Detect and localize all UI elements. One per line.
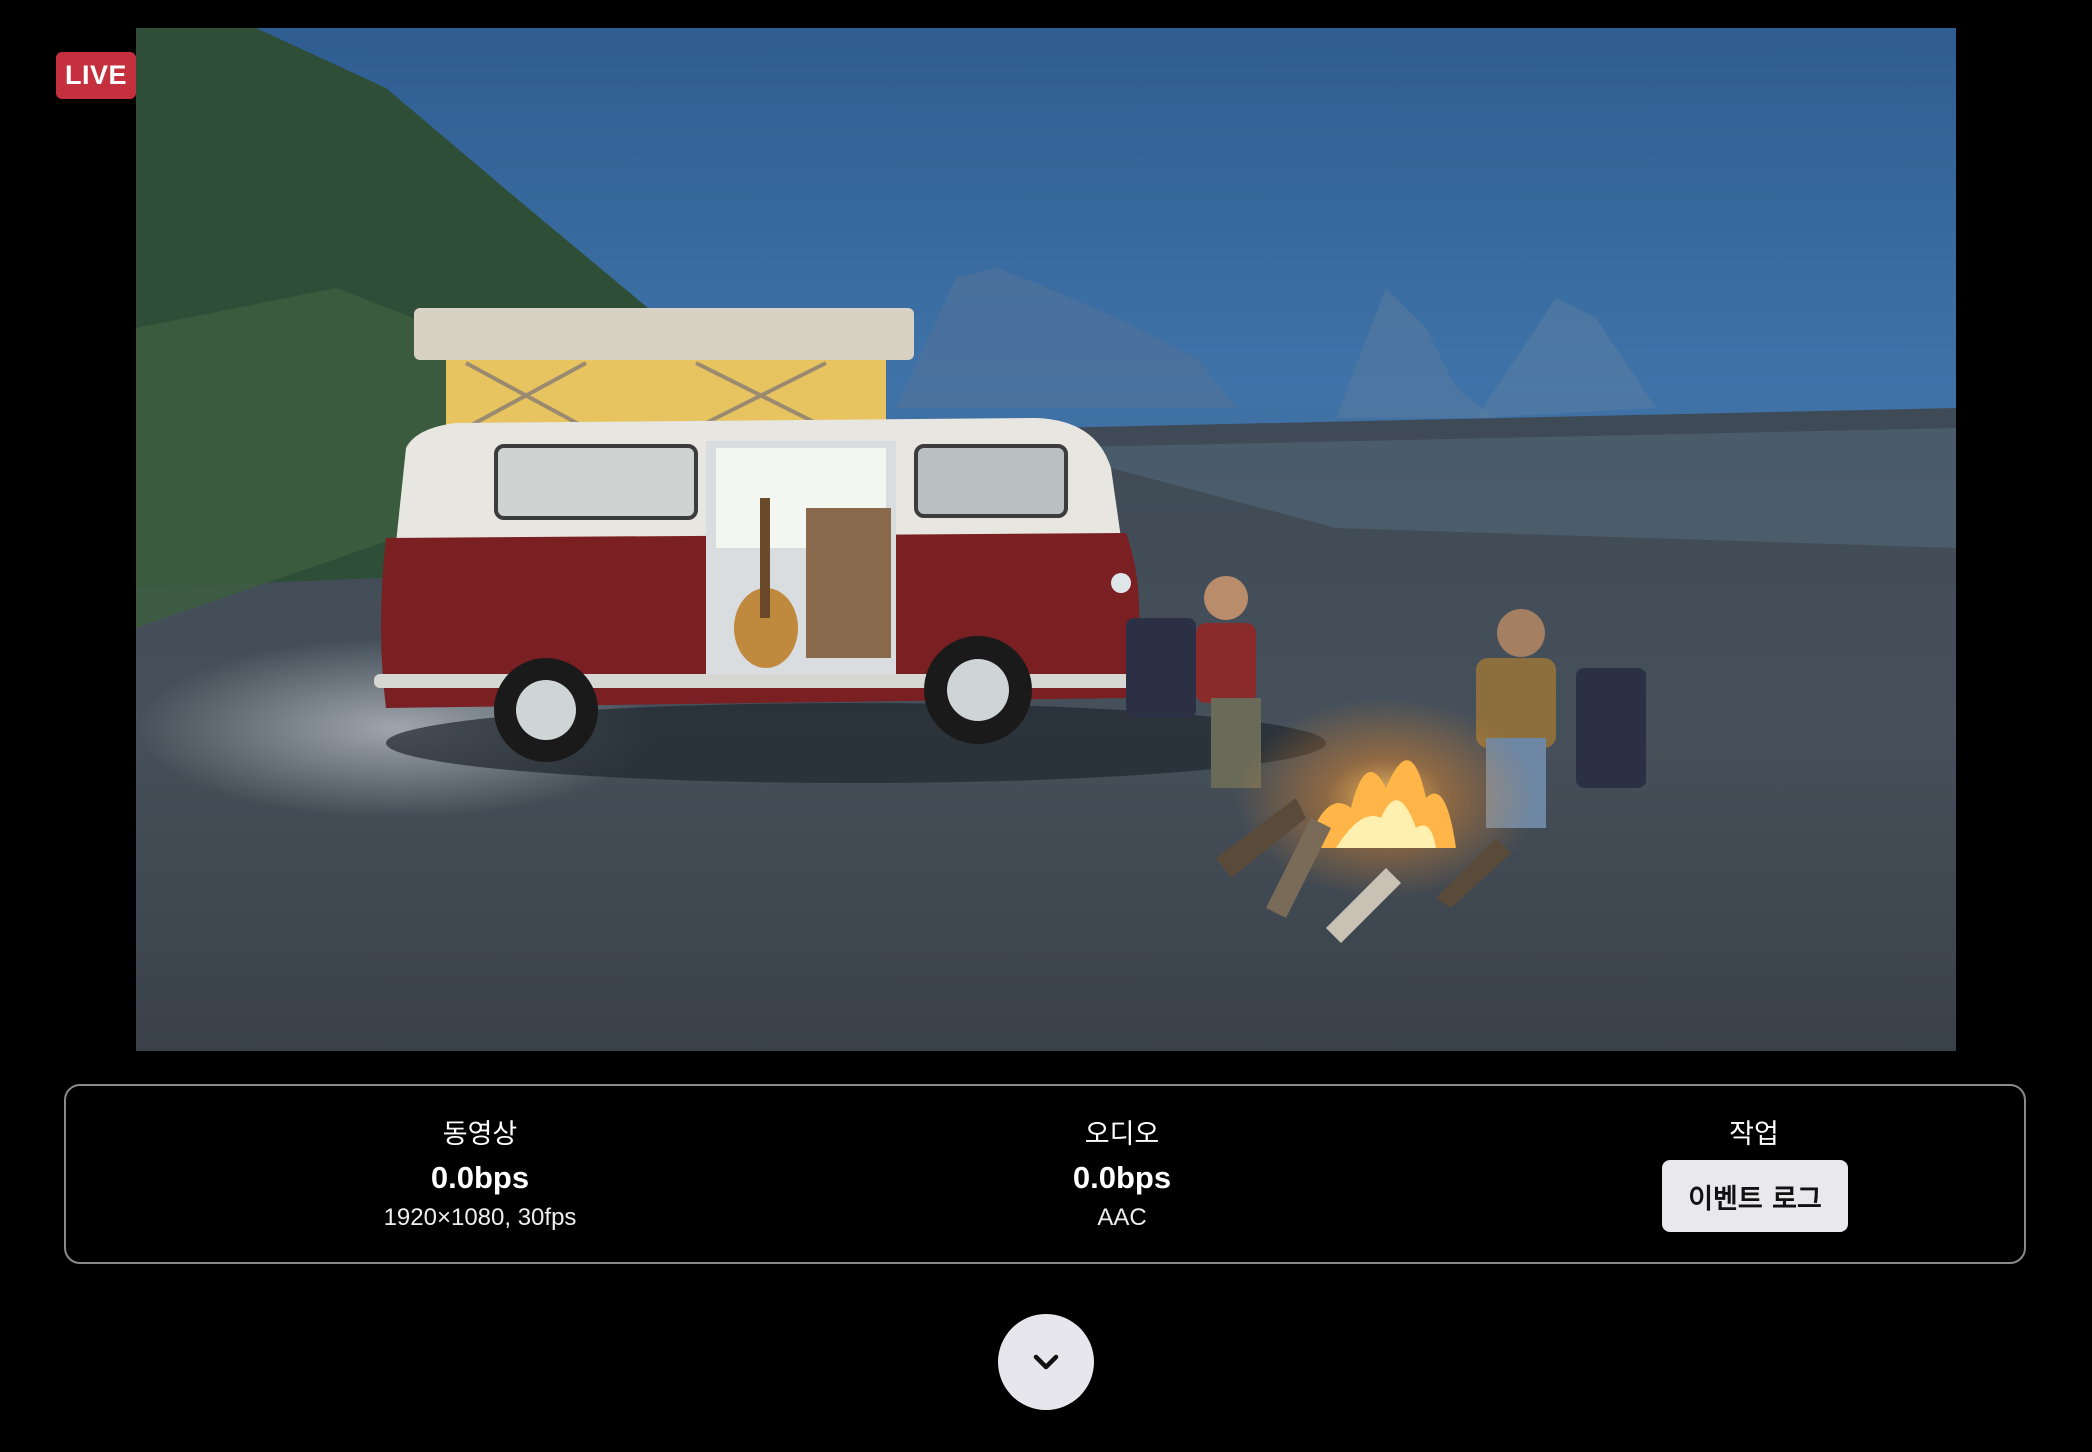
audio-stats: 오디오 0.0bps AAC [872, 1086, 1372, 1262]
expand-button[interactable] [998, 1314, 1094, 1410]
event-log-button[interactable]: 이벤트 로그 [1662, 1160, 1848, 1232]
audio-stats-title: 오디오 [1084, 1119, 1160, 1150]
video-stats: 동영상 0.0bps 1920×1080, 30fps [230, 1086, 730, 1262]
video-frame [136, 28, 1956, 1051]
live-video-player[interactable] [136, 28, 1956, 1051]
stream-stats-panel: 동영상 0.0bps 1920×1080, 30fps 오디오 0.0bps A… [64, 1084, 2026, 1264]
actions-title: 작업 [1729, 1119, 1779, 1150]
actions-section: 작업 이벤트 로그 [1504, 1086, 2004, 1262]
audio-codec: AAC [1097, 1204, 1147, 1231]
live-badge: LIVE [56, 52, 136, 99]
video-resolution: 1920×1080, 30fps [383, 1204, 577, 1231]
audio-bitrate: 0.0bps [1072, 1160, 1172, 1195]
video-bitrate: 0.0bps [430, 1160, 530, 1195]
chevron-down-icon [1033, 1354, 1059, 1370]
video-stats-title: 동영상 [442, 1119, 518, 1150]
